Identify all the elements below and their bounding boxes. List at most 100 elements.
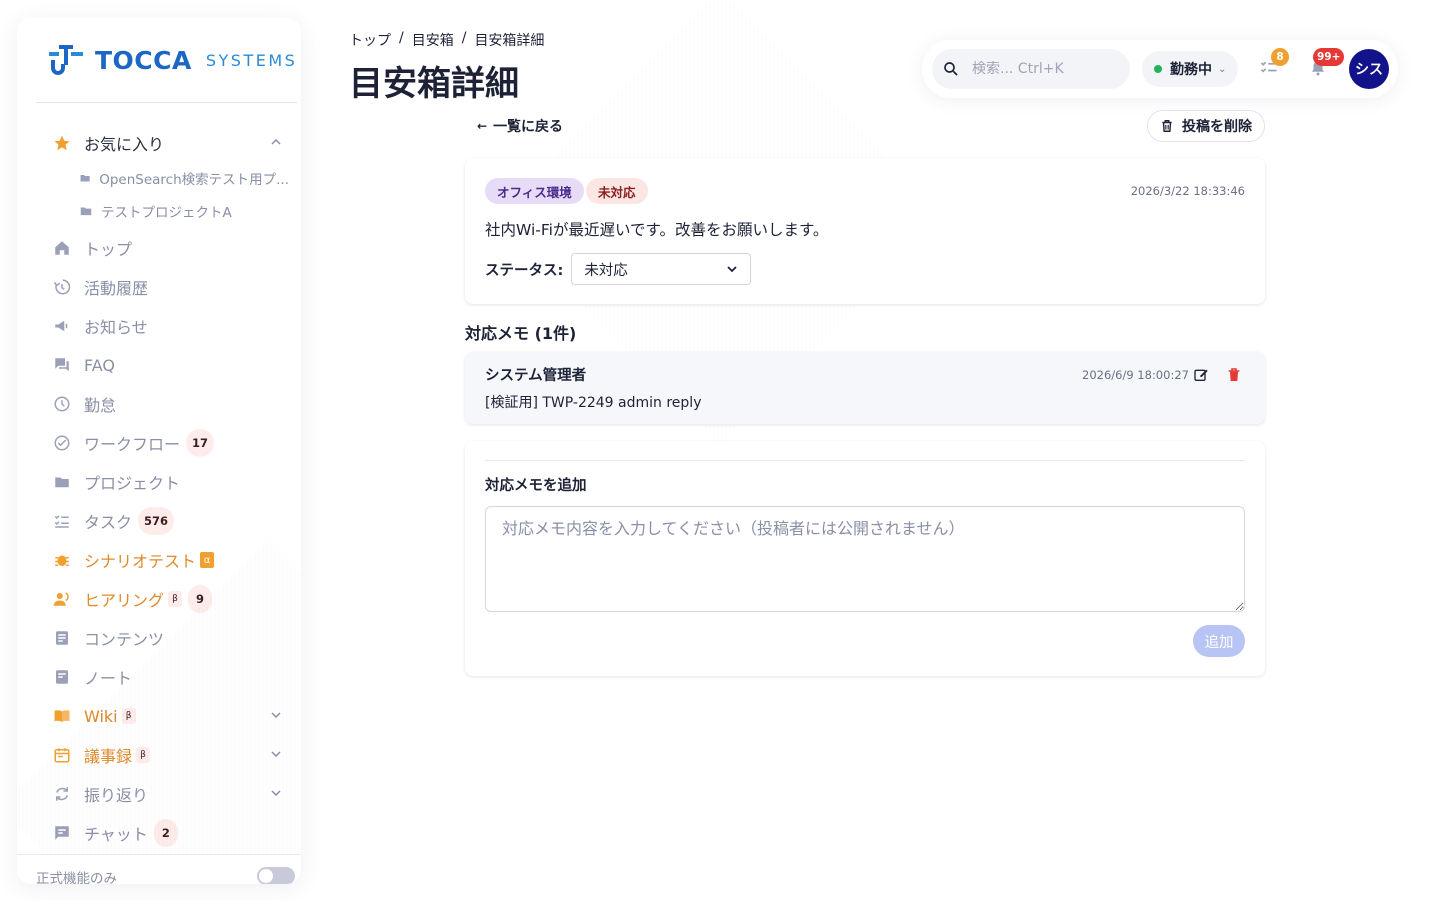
task-count-badge: 8: [1271, 48, 1289, 66]
add-memo-button[interactable]: 追加: [1193, 625, 1245, 657]
sidebar-item-label: お知らせ: [84, 318, 148, 337]
back-to-list-link[interactable]: ← 一覧に戻る: [469, 112, 572, 140]
sidebar-item-scenario-test[interactable]: シナリオテスト α: [52, 545, 282, 575]
delete-post-label: 投稿を削除: [1182, 119, 1252, 135]
sidebar-footer: 正式機能のみ: [17, 854, 301, 884]
chevron-down-icon: [727, 266, 737, 273]
sidebar-item-favorites[interactable]: お気に入り: [52, 128, 282, 158]
sidebar-item-label: お気に入り: [84, 135, 165, 154]
post-body: 社内Wi-Fiが最近遅いです。改善をお願いします。: [485, 221, 829, 239]
sidebar-item-news[interactable]: お知らせ: [52, 311, 282, 341]
megaphone-icon: [52, 316, 72, 336]
checklist-icon: [52, 511, 72, 531]
sidebar-item-label: プロジェクト: [84, 474, 181, 493]
memo-textarea[interactable]: [485, 506, 1245, 612]
memo-text: [検証用] TWP-2249 admin reply: [485, 395, 702, 411]
trash-icon[interactable]: [1226, 367, 1242, 383]
official-only-label: 正式機能のみ: [36, 871, 117, 884]
sidebar-item-project[interactable]: プロジェクト: [52, 467, 282, 497]
arrow-left-icon: ←: [477, 119, 488, 133]
bug-icon: [52, 550, 72, 570]
task-button[interactable]: 8: [1259, 48, 1289, 80]
star-icon: [52, 133, 72, 153]
work-status-dropdown[interactable]: 勤務中 ⌄: [1142, 51, 1238, 87]
breadcrumb-item-suggestion-box[interactable]: 目安箱: [412, 30, 454, 50]
brand-name: TOCCA: [95, 45, 192, 75]
memo-item: システム管理者 2026/6/9 18:00:27 [検証用] TWP-2249…: [465, 352, 1265, 424]
sidebar-item-label: タスク: [84, 513, 133, 532]
status-select-value: 未対応: [584, 262, 628, 279]
refresh-icon: [52, 784, 72, 804]
sidebar-item-workflow[interactable]: ワークフロー 17: [52, 428, 282, 458]
sidebar-item-label: 振り返り: [84, 786, 149, 805]
sidebar-item-label: 議事録: [84, 747, 133, 766]
delete-post-button[interactable]: 投稿を削除: [1147, 110, 1265, 142]
home-icon: [52, 238, 72, 258]
count-badge: 576: [138, 507, 175, 535]
clock-icon: [52, 394, 72, 414]
search-input[interactable]: [972, 61, 1112, 77]
sidebar-item-wiki[interactable]: Wiki β: [52, 701, 282, 731]
notification-button[interactable]: 99+: [1309, 48, 1345, 80]
chevron-down-icon: [271, 712, 281, 719]
sidebar-item-label: トップ: [84, 240, 133, 259]
sidebar-item-label: ノート: [84, 669, 133, 688]
add-memo-title: 対応メモを追加: [485, 478, 587, 494]
brand-logo[interactable]: TOCCA SYSTEMS: [47, 42, 297, 78]
breadcrumb-separator: /: [461, 30, 467, 46]
sidebar-divider: [36, 102, 297, 103]
folder-icon: [80, 174, 90, 182]
status-select[interactable]: 未対応: [571, 253, 752, 285]
status-field-label: ステータス:: [485, 262, 564, 279]
sidebar-item-chat[interactable]: チャット 2: [52, 818, 282, 848]
official-only-toggle[interactable]: [257, 867, 295, 884]
sidebar-item-label: チャット: [84, 825, 148, 844]
breadcrumb-item-top[interactable]: トップ: [349, 30, 391, 50]
memos-section-title: 対応メモ (1件): [465, 324, 577, 343]
check-circle-icon: [52, 433, 72, 453]
edit-icon[interactable]: [1193, 367, 1209, 383]
sidebar-item-hearing[interactable]: ヒアリング β 9: [52, 584, 282, 614]
sidebar: TOCCA SYSTEMS お気に入り OpenSearch検索テスト用プ...…: [17, 18, 301, 884]
sidebar-item-label: シナリオテスト: [84, 552, 197, 571]
sidebar-item-minutes[interactable]: 議事録 β: [52, 740, 282, 770]
avatar[interactable]: シス: [1349, 49, 1389, 89]
category-label: オフィス環境: [485, 178, 584, 204]
alpha-tag: α: [200, 552, 215, 568]
page-title: 目安箱詳細: [349, 64, 519, 104]
memo-date: 2026/6/9 18:00:27: [1082, 368, 1189, 382]
count-badge: 17: [186, 429, 215, 457]
sidebar-item-contents[interactable]: コンテンツ: [52, 623, 282, 653]
chevron-up-icon: [271, 138, 281, 145]
sidebar-item-label: コンテンツ: [84, 630, 165, 649]
sidebar-item-label: FAQ: [84, 355, 115, 375]
sidebar-item-label: ヒアリング: [84, 591, 165, 610]
folder-icon: [52, 472, 72, 492]
sidebar-item-note[interactable]: ノート: [52, 662, 282, 692]
sidebar-item-activity[interactable]: 活動履歴: [52, 272, 282, 302]
history-icon: [52, 277, 72, 297]
sidebar-item-attendance[interactable]: 勤怠: [52, 389, 282, 419]
breadcrumb-item-current: 目安箱詳細: [474, 33, 545, 49]
favorite-item[interactable]: テストプロジェクトA: [79, 201, 289, 221]
count-badge: 9: [188, 585, 213, 613]
count-badge: 2: [153, 819, 178, 847]
forum-icon: [52, 355, 72, 375]
favorite-item[interactable]: OpenSearch検索テスト用プ...: [79, 168, 289, 188]
sidebar-item-retrospective[interactable]: 振り返り: [52, 779, 282, 809]
search-icon: [944, 62, 958, 76]
sidebar-item-top[interactable]: トップ: [52, 233, 282, 263]
folder-icon: [80, 207, 92, 216]
sidebar-item-task[interactable]: タスク 576: [52, 506, 282, 536]
sidebar-item-label: ワークフロー: [84, 435, 181, 454]
sidebar-item-label: 活動履歴: [84, 279, 149, 298]
memo-author: システム管理者: [485, 368, 587, 384]
beta-tag: β: [168, 591, 183, 607]
article-icon: [52, 628, 72, 648]
search-box[interactable]: [932, 49, 1130, 89]
status-row: ステータス: 未対応: [485, 253, 752, 285]
sidebar-item-faq[interactable]: FAQ: [52, 350, 282, 380]
add-memo-card: 対応メモを追加 追加: [465, 441, 1265, 676]
chevron-down-icon: [271, 751, 281, 758]
chevron-down-icon: [271, 790, 281, 797]
